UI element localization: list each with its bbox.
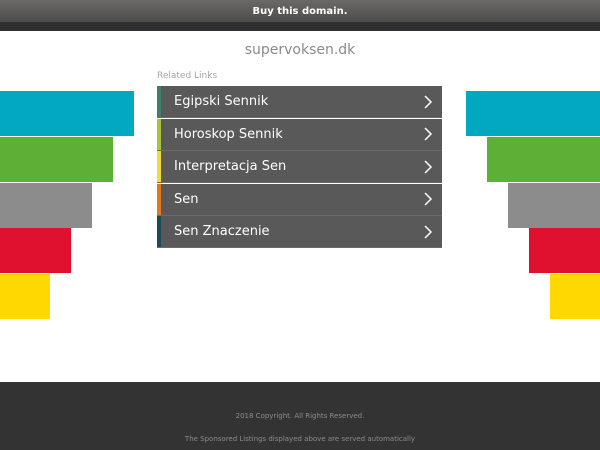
link-label: Interpretacja Sen xyxy=(174,159,287,175)
footer: 2018 Copyright. All Rights Reserved. The… xyxy=(0,382,600,450)
related-link-sen[interactable]: Sen xyxy=(157,183,442,216)
chevron-right-icon xyxy=(424,192,433,206)
decor-bar-right-4 xyxy=(529,228,600,273)
chevron-right-icon xyxy=(424,225,433,239)
link-accent xyxy=(157,86,161,117)
link-label: Egipski Sennik xyxy=(174,94,269,109)
link-label: Sen Znaczenie xyxy=(174,224,270,240)
related-link-egipski-sennik[interactable]: Egipski Sennik xyxy=(157,86,442,118)
related-link-interpretacja-sen[interactable]: Interpretacja Sen xyxy=(157,151,442,184)
decor-bar-right-3 xyxy=(508,183,600,228)
decor-bar-left-2 xyxy=(0,137,113,182)
decor-bar-left-5 xyxy=(0,274,50,319)
related-link-horoskop-sennik[interactable]: Horoskop Sennik xyxy=(157,118,442,151)
decor-bar-right-1 xyxy=(466,91,600,136)
link-label: Horoskop Sennik xyxy=(174,126,283,142)
chevron-right-icon xyxy=(424,160,433,174)
decor-bar-right-2 xyxy=(487,137,600,182)
decor-bar-left-3 xyxy=(0,183,92,228)
buy-domain-banner[interactable]: Buy this domain. xyxy=(0,0,600,22)
related-links-list: Egipski Sennik Horoskop Sennik Interpret… xyxy=(157,86,442,249)
decor-bar-left-1 xyxy=(0,91,134,136)
decor-bar-right-5 xyxy=(550,274,600,319)
chevron-right-icon xyxy=(424,94,433,109)
domain-name: supervoksen.dk xyxy=(244,42,356,58)
link-accent xyxy=(157,151,161,183)
link-accent xyxy=(157,183,161,215)
buy-domain-link[interactable]: Buy this domain. xyxy=(252,6,347,17)
link-label: Sen xyxy=(174,191,199,207)
header-divider xyxy=(0,22,600,31)
decor-bar-left-4 xyxy=(0,228,71,273)
link-accent xyxy=(157,118,161,150)
related-links-heading: Related Links xyxy=(157,71,218,81)
footer-disclaimer: The Sponsored Listings displayed above a… xyxy=(184,435,416,443)
related-link-sen-znaczenie[interactable]: Sen Znaczenie xyxy=(157,216,442,249)
link-accent xyxy=(157,216,161,248)
chevron-right-icon xyxy=(424,127,433,141)
footer-copyright: 2018 Copyright. All Rights Reserved. xyxy=(235,412,365,420)
